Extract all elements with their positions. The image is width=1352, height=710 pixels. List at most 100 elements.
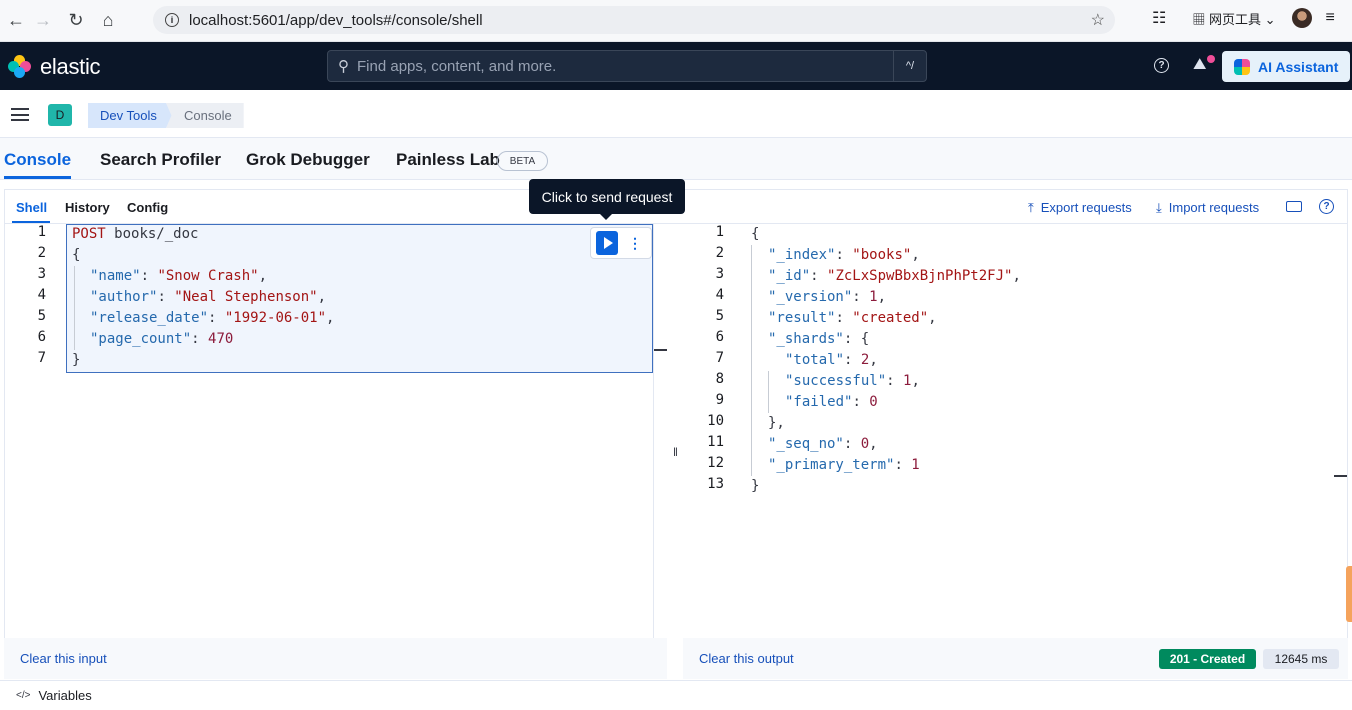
field-key: "total" bbox=[785, 352, 845, 368]
beta-badge: BETA bbox=[497, 151, 548, 171]
help-icon[interactable]: ? bbox=[1154, 58, 1169, 73]
field-value: "Neal Stephenson" bbox=[174, 289, 318, 305]
site-info-icon[interactable]: i bbox=[165, 13, 179, 27]
field-value: 0 bbox=[860, 436, 870, 452]
import-requests-button[interactable]: ⤓ Import requests bbox=[1156, 200, 1259, 216]
home-icon[interactable]: ⌂ bbox=[92, 4, 124, 36]
field-key: "result" bbox=[768, 310, 836, 326]
web-tools-menu[interactable]: ▦ 网页工具 ⌄ bbox=[1192, 9, 1275, 28]
field-key: "name" bbox=[90, 268, 141, 284]
request-editor[interactable]: 1 2 3 4 5 6 7 POST books/_doc { "name": … bbox=[0, 224, 667, 638]
resize-handle-icon[interactable]: ‖ bbox=[673, 445, 678, 459]
space-avatar[interactable]: D bbox=[48, 104, 72, 126]
field-key: "_version" bbox=[768, 289, 853, 305]
response-field: "_shards": { bbox=[768, 331, 870, 347]
bookmark-star-icon[interactable]: ☆ bbox=[1091, 10, 1105, 30]
field-value: "1992-06-01" bbox=[224, 310, 327, 326]
field-key: "_seq_no" bbox=[768, 436, 844, 452]
search-placeholder: Find apps, content, and more. bbox=[357, 57, 557, 75]
active-subtab-indicator bbox=[12, 221, 50, 223]
indent-guide bbox=[74, 266, 75, 350]
brace-open: { bbox=[751, 226, 760, 242]
line-number: 3 bbox=[715, 266, 724, 282]
subtab-config[interactable]: Config bbox=[127, 200, 168, 215]
indent-guide bbox=[768, 371, 769, 413]
field-value: "ZcLxSpwBbxBjnPhPt2FJ" bbox=[827, 268, 1013, 284]
line-number: 3 bbox=[37, 266, 46, 282]
browser-menu-icon[interactable]: ≡ bbox=[1326, 9, 1335, 27]
ai-assistant-icon bbox=[1234, 58, 1250, 75]
send-request-tooltip: Click to send request bbox=[529, 179, 685, 220]
line-number: 5 bbox=[37, 308, 46, 324]
brace-close: }, bbox=[768, 415, 785, 431]
response-viewer[interactable]: 1 2 3 4 5 6 7 8 9 10 11 12 13 { "_index"… bbox=[683, 224, 1333, 638]
keyboard-shortcuts-icon[interactable] bbox=[1286, 201, 1302, 212]
variables-label: Variables bbox=[38, 688, 92, 703]
breadcrumb-console: Console bbox=[166, 103, 244, 128]
address-bar[interactable]: i localhost:5601/app/dev_tools#/console/… bbox=[153, 6, 1115, 34]
elastic-logo[interactable]: elastic bbox=[8, 54, 101, 80]
tab-search-profiler[interactable]: Search Profiler bbox=[100, 150, 221, 170]
more-actions-icon[interactable]: ⋮ bbox=[621, 231, 649, 255]
clear-input-button[interactable]: Clear this input bbox=[20, 651, 107, 666]
search-icon: ⚲ bbox=[338, 58, 349, 75]
search-shortcut: ^/ bbox=[893, 51, 926, 81]
export-requests-label: Export requests bbox=[1040, 200, 1132, 215]
field-key: "_index" bbox=[768, 247, 836, 263]
global-search-input[interactable]: ⚲ Find apps, content, and more. ^/ bbox=[327, 50, 927, 82]
field-key: "failed" bbox=[785, 394, 853, 410]
breadcrumb-dev-tools[interactable]: Dev Tools bbox=[88, 103, 173, 128]
request-field: "name": "Snow Crash", bbox=[90, 268, 268, 284]
request-scroll-marker bbox=[654, 349, 667, 351]
tab-console[interactable]: Console bbox=[4, 150, 71, 170]
ai-assistant-button[interactable]: AI Assistant bbox=[1222, 51, 1350, 82]
line-number: 1 bbox=[715, 224, 724, 240]
tab-grok-debugger[interactable]: Grok Debugger bbox=[246, 150, 370, 170]
field-value: 0 bbox=[869, 394, 878, 410]
panel-divider[interactable] bbox=[667, 224, 683, 638]
upload-icon: ⤒ bbox=[1028, 200, 1034, 215]
subtab-shell[interactable]: Shell bbox=[16, 200, 47, 215]
import-requests-label: Import requests bbox=[1168, 200, 1260, 215]
extensions-icon[interactable]: ☷ bbox=[1152, 8, 1166, 28]
brace-close: } bbox=[72, 352, 81, 368]
line-number: 9 bbox=[715, 392, 724, 408]
side-feedback-tab[interactable] bbox=[1346, 566, 1352, 622]
field-value: 470 bbox=[208, 331, 234, 347]
send-request-button[interactable] bbox=[596, 231, 618, 255]
line-number: 5 bbox=[715, 308, 724, 324]
subtab-history[interactable]: History bbox=[65, 200, 110, 215]
request-field: "release_date": "1992-06-01", bbox=[90, 310, 335, 326]
browser-toolbar: ← → ↻ ⌂ i localhost:5601/app/dev_tools#/… bbox=[0, 0, 1352, 42]
logo-text: elastic bbox=[40, 54, 101, 79]
web-tools-label: 网页工具 bbox=[1208, 11, 1261, 27]
line-number: 4 bbox=[37, 287, 46, 303]
response-field: "total": 2, bbox=[785, 352, 878, 368]
response-field: "_primary_term": 1 bbox=[768, 457, 920, 473]
forward-icon[interactable]: → bbox=[27, 4, 59, 36]
news-feed-icon[interactable]: ⛰ bbox=[1193, 56, 1206, 74]
response-field: "failed": 0 bbox=[785, 394, 878, 410]
response-field: "_version": 1, bbox=[768, 289, 887, 305]
request-field: "author": "Neal Stephenson", bbox=[90, 289, 327, 305]
line-number: 2 bbox=[37, 245, 46, 261]
profile-avatar[interactable] bbox=[1291, 8, 1312, 28]
help-circle-icon[interactable]: ? bbox=[1319, 199, 1334, 214]
clear-output-button[interactable]: Clear this output bbox=[699, 651, 794, 666]
field-key: "page_count" bbox=[90, 331, 192, 347]
export-requests-button[interactable]: ⤒ Export requests bbox=[1028, 200, 1132, 216]
menu-icon[interactable] bbox=[11, 108, 29, 121]
tab-painless-lab[interactable]: Painless Lab bbox=[396, 150, 500, 170]
request-method: POST bbox=[72, 226, 106, 242]
request-path: books/_doc bbox=[114, 226, 199, 242]
line-number: 6 bbox=[715, 329, 724, 345]
line-number: 4 bbox=[715, 287, 724, 303]
field-key: "successful" bbox=[785, 373, 887, 389]
request-field: "page_count": 470 bbox=[90, 331, 234, 347]
variables-bar[interactable]: </> Variables bbox=[0, 680, 1352, 710]
duration-badge: 12645 ms bbox=[1263, 649, 1339, 669]
line-number: 8 bbox=[715, 371, 724, 387]
field-key: "_id" bbox=[768, 268, 811, 284]
brace-open: { bbox=[72, 247, 81, 263]
reload-icon[interactable]: ↻ bbox=[60, 4, 92, 36]
